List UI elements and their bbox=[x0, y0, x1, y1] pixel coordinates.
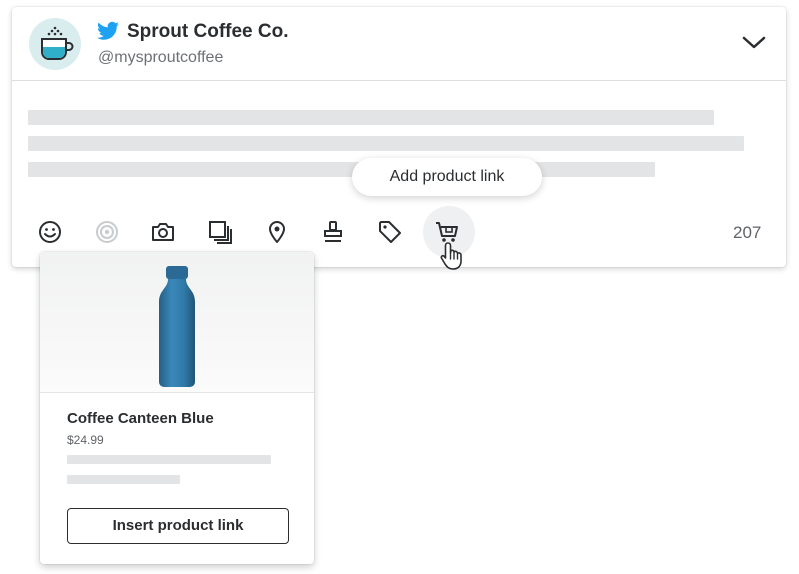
account-name: Sprout Coffee Co. bbox=[127, 21, 289, 42]
account-handle: @mysproutcoffee bbox=[98, 49, 224, 66]
stamp-icon[interactable] bbox=[320, 219, 346, 245]
product-image bbox=[40, 252, 314, 393]
text-placeholder-line bbox=[28, 110, 714, 125]
character-count: 207 bbox=[733, 223, 762, 242]
tag-icon[interactable] bbox=[377, 219, 403, 245]
add-product-link-tooltip: Add product link bbox=[352, 158, 542, 196]
avatar bbox=[29, 18, 81, 70]
hand-cursor-icon bbox=[440, 242, 462, 270]
product-card: Coffee Canteen Blue $24.99 Insert produc… bbox=[40, 252, 314, 564]
composer-header: Sprout Coffee Co. @mysproutcoffee bbox=[12, 7, 786, 81]
twitter-bird-icon bbox=[97, 21, 119, 40]
text-placeholder-line bbox=[28, 136, 744, 151]
chevron-down-icon[interactable] bbox=[741, 34, 767, 52]
location-pin-icon[interactable] bbox=[264, 219, 290, 245]
camera-icon[interactable] bbox=[150, 219, 176, 245]
post-composer: Sprout Coffee Co. @mysproutcoffee Add pr… bbox=[12, 7, 786, 270]
insert-product-link-button[interactable]: Insert product link bbox=[67, 508, 289, 544]
emoji-icon[interactable] bbox=[37, 219, 63, 245]
description-placeholder-line bbox=[67, 455, 271, 464]
description-placeholder-line bbox=[67, 475, 180, 484]
product-name: Coffee Canteen Blue bbox=[67, 410, 214, 427]
gallery-icon[interactable] bbox=[207, 219, 233, 245]
text-placeholder-line bbox=[28, 162, 655, 177]
product-price: $24.99 bbox=[67, 433, 104, 447]
target-icon bbox=[96, 221, 118, 243]
water-bottle-image bbox=[159, 266, 195, 387]
